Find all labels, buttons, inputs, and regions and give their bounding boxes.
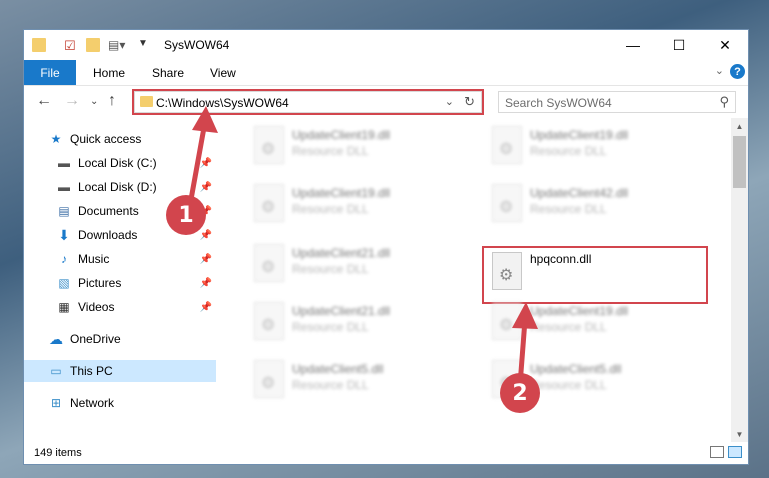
step-badge-2: 2 bbox=[500, 373, 540, 413]
step-badge-1: 1 bbox=[166, 195, 206, 235]
arrow-2-head bbox=[512, 302, 538, 329]
arrow-1-shaft bbox=[187, 119, 208, 208]
arrow-1-head bbox=[192, 106, 218, 133]
annotation-arrows bbox=[187, 106, 538, 388]
